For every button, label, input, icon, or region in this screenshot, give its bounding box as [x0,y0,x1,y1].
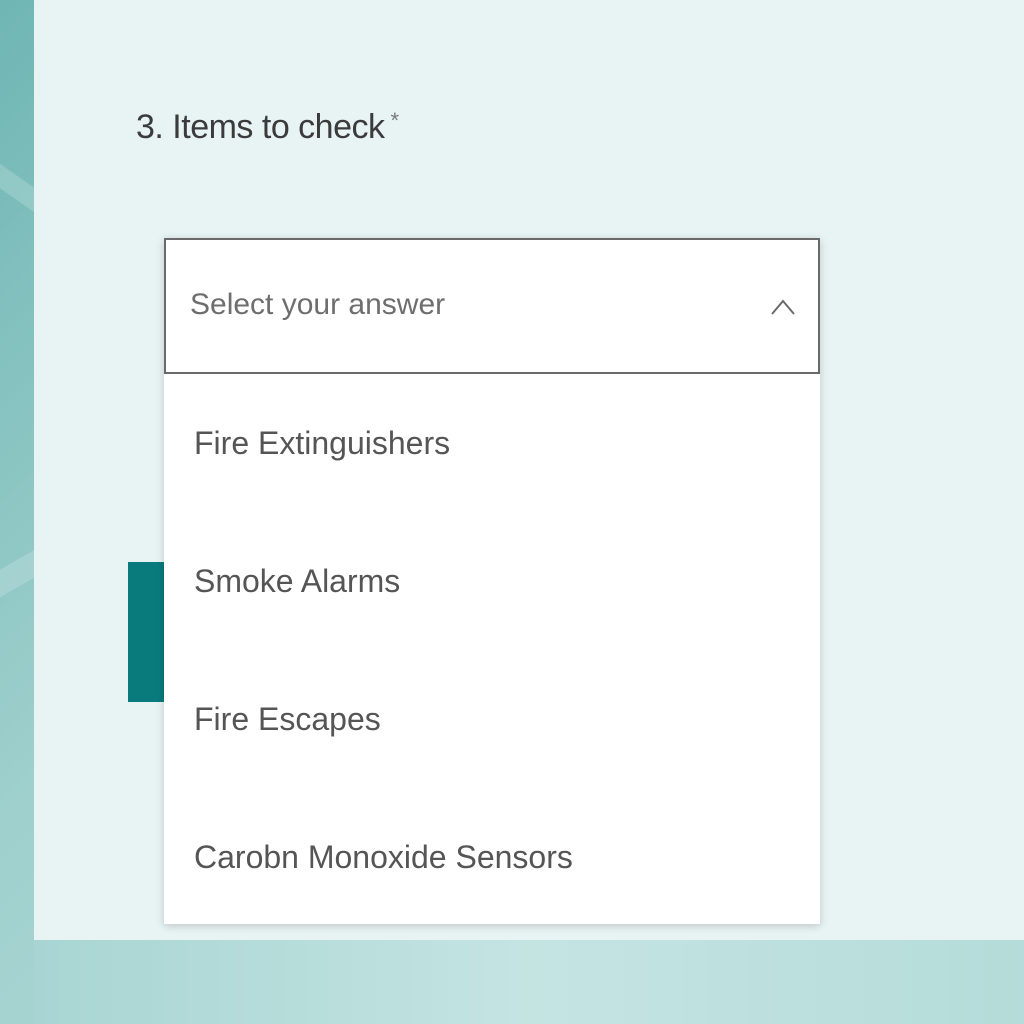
footer-background [34,940,1024,1024]
chevron-up-icon[interactable] [768,292,798,322]
dropdown-option-fire-escapes[interactable]: Fire Escapes [164,650,820,788]
dropdown-select-box[interactable]: Select your answer [164,238,820,374]
dropdown-options-list: Fire Extinguishers Smoke Alarms Fire Esc… [164,374,820,926]
question-title: 3. Items to check * [136,108,399,147]
form-panel: 3. Items to check * Select your answer Fi… [34,0,1024,940]
dropdown-option-fire-extinguishers[interactable]: Fire Extinguishers [164,374,820,512]
answer-dropdown[interactable]: Select your answer Fire Extinguishers Sm… [164,238,820,924]
required-marker: * [390,108,400,133]
question-title-text: 3. Items to check [136,108,385,146]
dropdown-option-carbon-monoxide-sensors[interactable]: Carobn Monoxide Sensors [164,788,820,926]
dropdown-option-smoke-alarms[interactable]: Smoke Alarms [164,512,820,650]
dropdown-placeholder: Select your answer [190,288,446,321]
